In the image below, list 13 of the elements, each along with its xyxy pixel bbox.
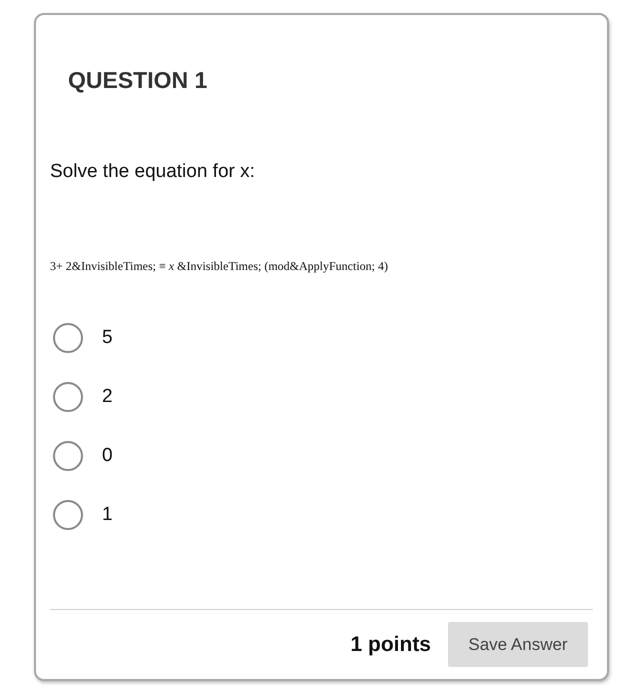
question-title: QUESTION 1 [68, 67, 208, 93]
option-label[interactable]: 2 [102, 386, 113, 408]
option-label[interactable]: 1 [102, 504, 113, 526]
radio-button[interactable] [53, 500, 83, 530]
question-text: Solve the equation for x: [50, 161, 255, 183]
option-label[interactable]: 0 [102, 445, 113, 467]
radio-button[interactable] [53, 382, 83, 412]
option-label[interactable]: 5 [102, 327, 113, 349]
points-label: 1 points [350, 632, 431, 656]
radio-button[interactable] [53, 441, 83, 471]
radio-button[interactable] [53, 323, 83, 353]
equation-text: 3+ 2&InvisibleTimes; ≡ x &InvisibleTimes; (mod&ApplyFunction; 4) [50, 259, 388, 273]
save-answer-button[interactable]: Save Answer [448, 622, 588, 667]
